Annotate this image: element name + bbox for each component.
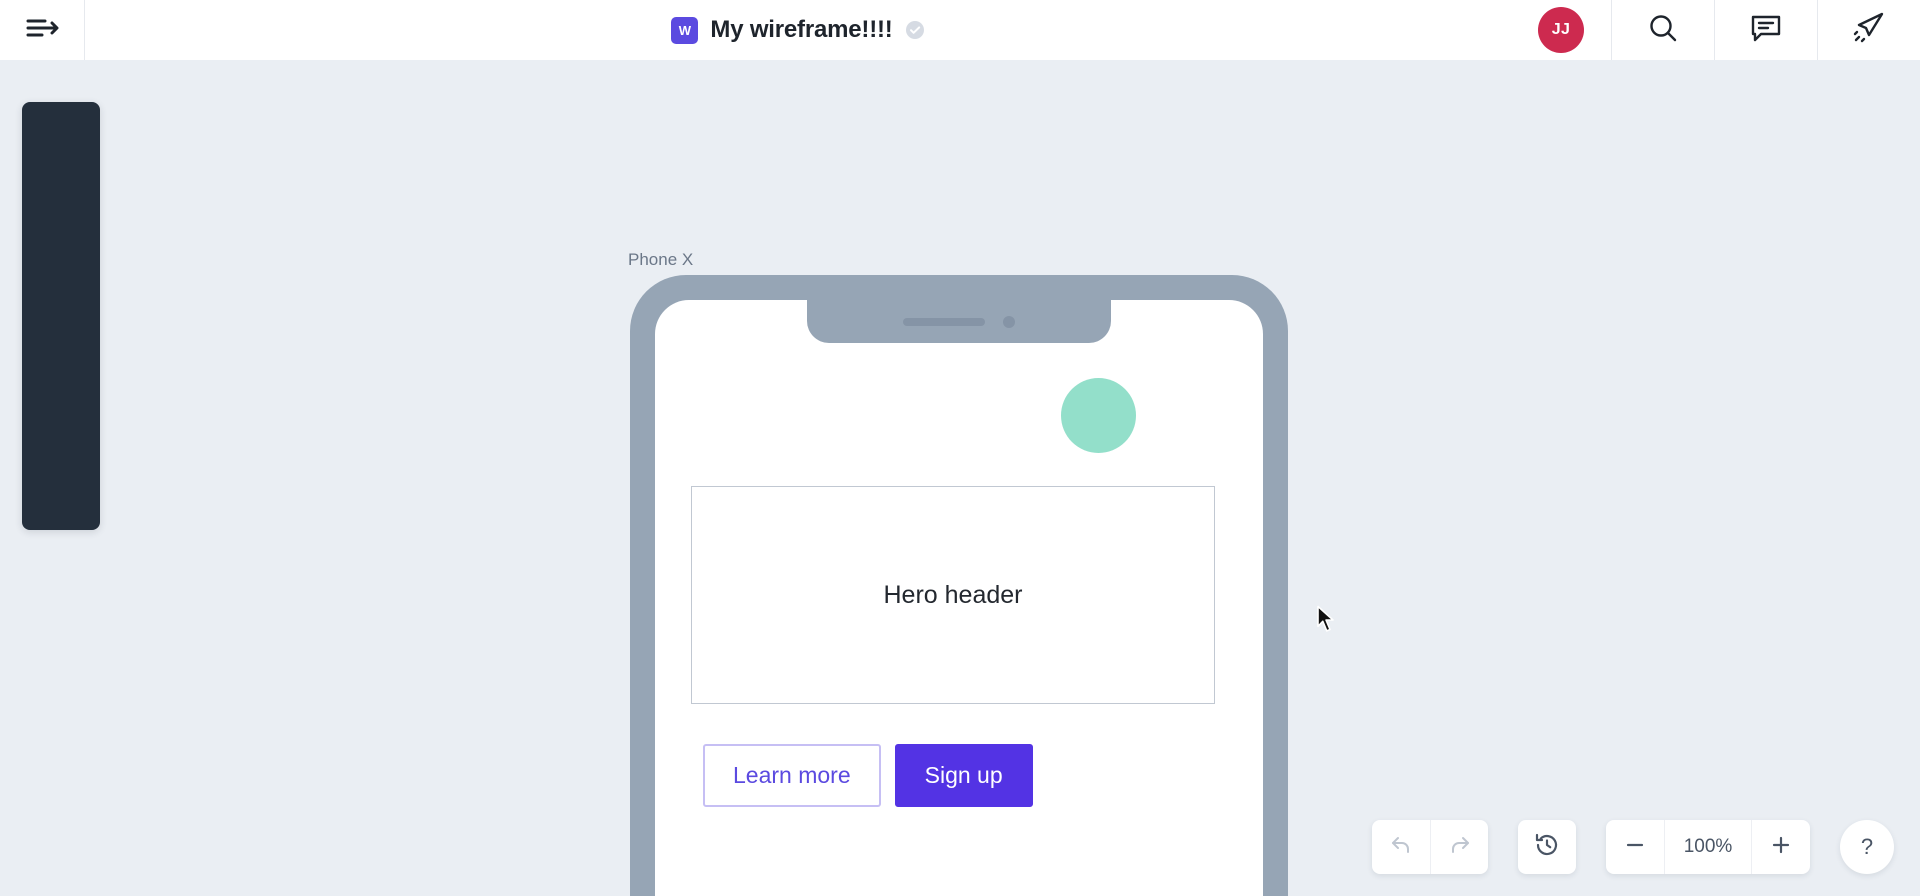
cta-button-row: Learn more Sign up bbox=[703, 744, 1033, 807]
document-title-area: W My wireframe!!!! bbox=[85, 0, 1511, 60]
phone-screen: Hero header Learn more Sign up bbox=[655, 300, 1263, 896]
comment-icon bbox=[1749, 12, 1783, 49]
zoom-level-value[interactable]: 100% bbox=[1664, 820, 1752, 874]
mouse-cursor bbox=[1316, 605, 1338, 640]
check-circle-icon bbox=[905, 20, 925, 40]
avatar-circle-shape[interactable] bbox=[1061, 378, 1136, 453]
app-header: W My wireframe!!!! JJ bbox=[0, 0, 1920, 60]
share-button[interactable] bbox=[1817, 0, 1920, 60]
phone-artboard[interactable]: Hero header Learn more Sign up bbox=[630, 275, 1288, 896]
camera-dot-icon bbox=[1003, 315, 1015, 328]
help-button[interactable]: ? bbox=[1840, 820, 1894, 874]
redo-button[interactable] bbox=[1430, 820, 1488, 874]
plus-icon bbox=[1770, 834, 1792, 861]
hero-header-box[interactable]: Hero header bbox=[691, 486, 1215, 704]
sign-up-button[interactable]: Sign up bbox=[894, 744, 1033, 807]
header-actions: JJ bbox=[1511, 0, 1920, 60]
zoom-controls-group: 100% bbox=[1606, 820, 1810, 874]
undo-button[interactable] bbox=[1372, 820, 1430, 874]
comments-button[interactable] bbox=[1714, 0, 1817, 60]
artboard-label[interactable]: Phone X bbox=[628, 250, 693, 270]
menu-toggle-button[interactable] bbox=[0, 0, 85, 60]
search-button[interactable] bbox=[1611, 0, 1714, 60]
share-send-icon bbox=[1851, 11, 1887, 50]
history-actions-group bbox=[1372, 820, 1488, 874]
design-canvas[interactable]: Phone X Hero header Learn more Sign up 1… bbox=[0, 60, 1920, 896]
collapsed-toolbar-panel[interactable] bbox=[22, 102, 100, 530]
redo-icon bbox=[1448, 833, 1472, 862]
document-badge: W bbox=[671, 16, 699, 44]
learn-more-button[interactable]: Learn more bbox=[703, 744, 881, 807]
zoom-out-button[interactable] bbox=[1606, 820, 1664, 874]
avatar: JJ bbox=[1538, 7, 1584, 53]
page-title[interactable]: My wireframe!!!! bbox=[710, 16, 892, 44]
version-history-group bbox=[1518, 820, 1576, 874]
speaker-bar-icon bbox=[903, 317, 985, 326]
zoom-in-button[interactable] bbox=[1752, 820, 1810, 874]
canvas-bottom-toolbar: 100% ? bbox=[1372, 820, 1894, 874]
phone-notch bbox=[807, 300, 1111, 343]
minus-icon bbox=[1624, 834, 1646, 861]
avatar-button[interactable]: JJ bbox=[1511, 0, 1611, 60]
history-clock-icon bbox=[1534, 832, 1560, 863]
search-icon bbox=[1646, 11, 1680, 50]
version-history-button[interactable] bbox=[1518, 820, 1576, 874]
hamburger-arrow-icon bbox=[25, 16, 59, 45]
hero-header-text: Hero header bbox=[883, 580, 1023, 609]
undo-icon bbox=[1389, 833, 1413, 862]
